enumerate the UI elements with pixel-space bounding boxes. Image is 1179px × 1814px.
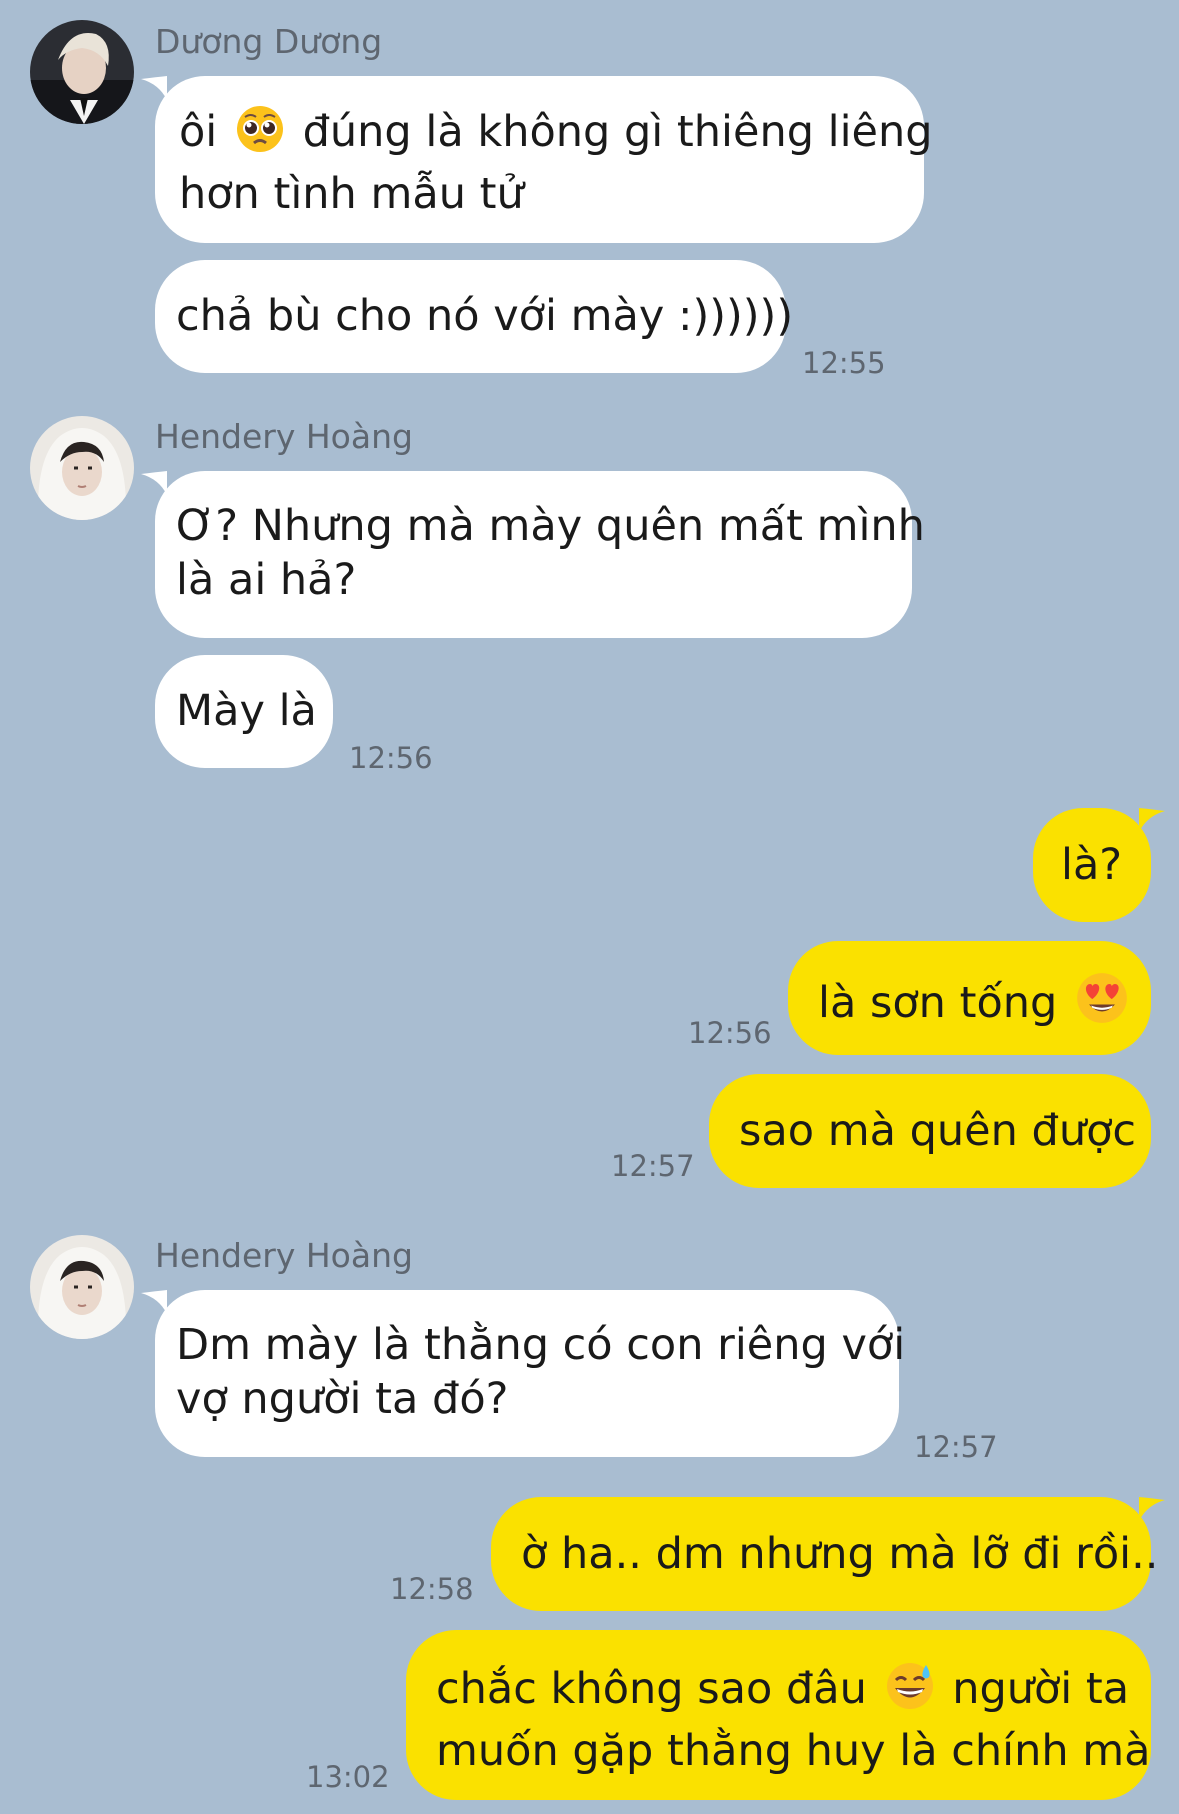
avatar-hendery-hoang[interactable]: [30, 416, 134, 520]
message-line: ờ ha.. dm nhưng mà lỡ đi rồi..: [521, 1529, 1159, 1579]
message-bubble[interactable]: Mày là: [155, 655, 333, 768]
message-line: Ơ? Nhưng mà mày quên mất mình: [176, 501, 925, 551]
bubble-tail: [141, 76, 167, 100]
message-bubble[interactable]: là?: [1033, 808, 1165, 922]
avatar-hendery-hoang[interactable]: [30, 1235, 134, 1339]
message-line: chắc không sao đâu người ta: [436, 1661, 1129, 1724]
message-bubble[interactable]: ôi đúng là không gì thiêng liêng hơn tìn…: [141, 76, 933, 243]
message-time: 12:58: [390, 1572, 474, 1606]
sender-name: Dương Dương: [155, 22, 383, 61]
avatar-duong-duong[interactable]: [30, 20, 134, 124]
message-bubble[interactable]: chả bù cho nó với mày :)))))): [155, 260, 794, 373]
message-time: 13:02: [306, 1760, 390, 1794]
message-bubble[interactable]: ờ ha.. dm nhưng mà lỡ đi rồi..: [491, 1497, 1165, 1611]
message-line: sao mà quên được: [739, 1106, 1137, 1156]
message-line: muốn gặp thằng huy là chính mà: [436, 1726, 1151, 1776]
sender-name: Hendery Hoàng: [155, 1236, 413, 1275]
pleading-face-icon: [235, 104, 285, 167]
message-time: 12:56: [349, 741, 433, 775]
message-bubble[interactable]: chắc không sao đâu người ta muốn gặp thằ…: [406, 1630, 1151, 1800]
message-bubble[interactable]: Ơ? Nhưng mà mày quên mất mình là ai hả?: [141, 471, 925, 638]
message-bubble[interactable]: Dm mày là thằng có con riêng với vợ ngườ…: [141, 1290, 906, 1457]
message-line: hơn tình mẫu tử: [179, 169, 524, 219]
message-line: Mày là: [176, 686, 317, 736]
message-bubble[interactable]: là sơn tống: [788, 941, 1151, 1055]
message-line: là sơn tống: [818, 971, 1127, 1038]
message-bubble[interactable]: sao mà quên được: [709, 1074, 1151, 1188]
bubble-tail: [1139, 808, 1165, 832]
message-line: Dm mày là thằng có con riêng với: [176, 1320, 906, 1370]
message-time: 12:57: [914, 1430, 998, 1464]
message-line: chả bù cho nó với mày :)))))): [176, 291, 794, 341]
heart-eyes-icon: [1075, 971, 1129, 1038]
message-time: 12:55: [802, 346, 886, 380]
bubble-tail: [1139, 1497, 1165, 1521]
message-line: ôi đúng là không gì thiêng liêng: [179, 104, 933, 167]
message-line: là ai hả?: [176, 555, 357, 605]
bubble-tail: [141, 1290, 167, 1314]
sender-name: Hendery Hoàng: [155, 417, 413, 456]
message-line: vợ người ta đó?: [176, 1374, 509, 1424]
message-line: là?: [1061, 840, 1123, 890]
bubble-tail: [141, 471, 167, 495]
message-time: 12:57: [611, 1149, 695, 1183]
message-time: 12:56: [688, 1016, 772, 1050]
grinning-sweat-icon: [885, 1661, 935, 1724]
